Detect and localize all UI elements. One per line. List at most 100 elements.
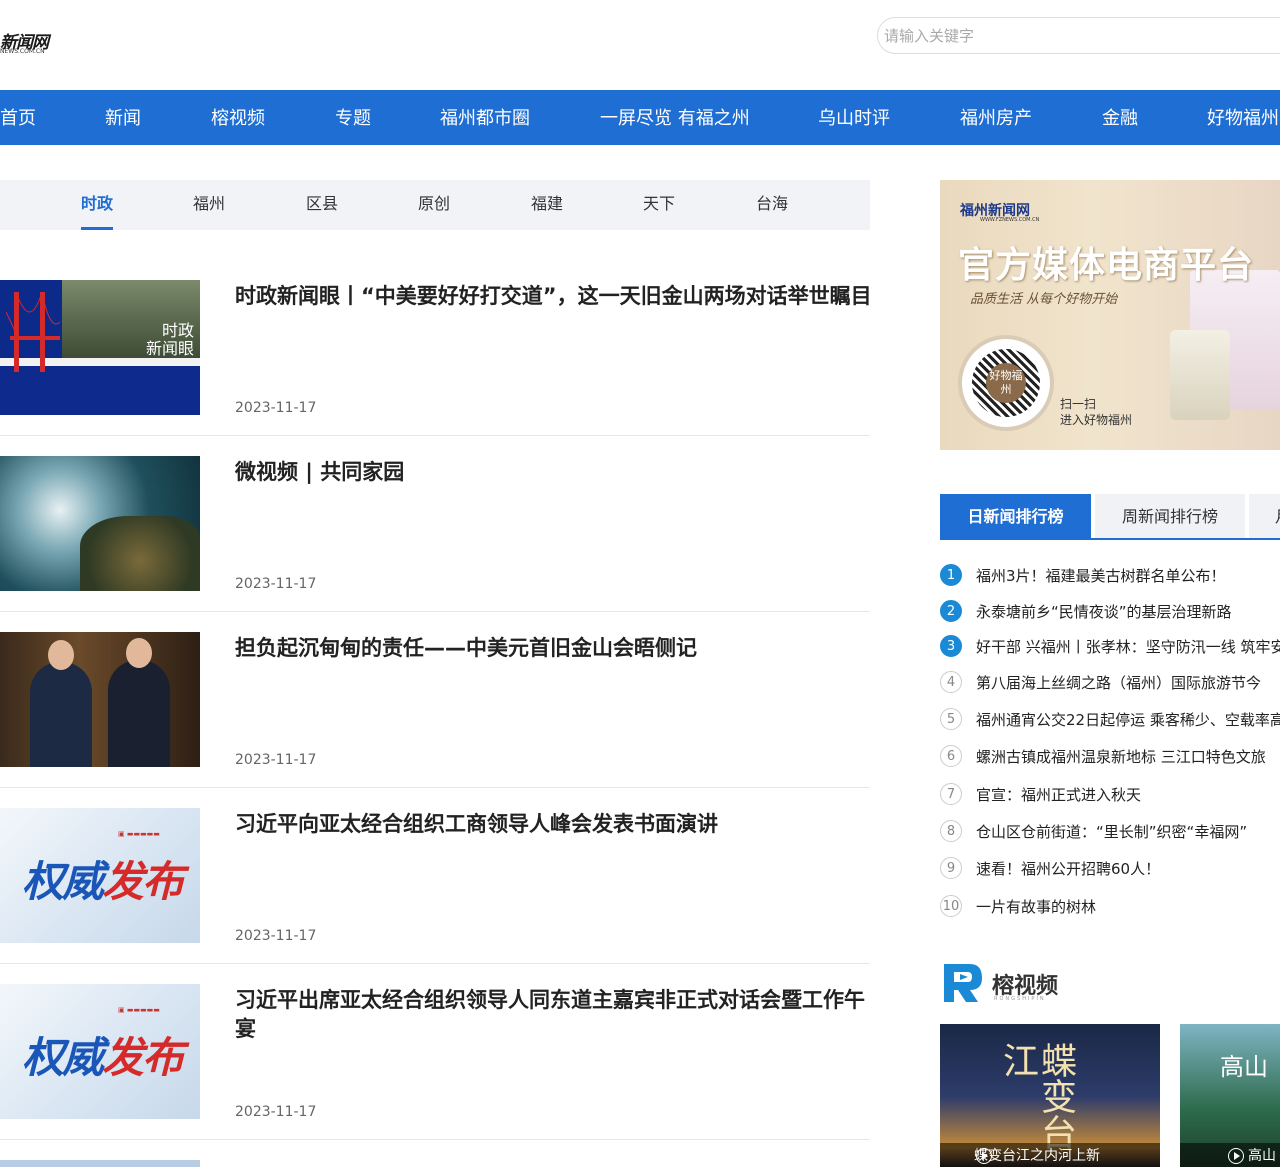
category-tabs: 时政 福州 区县 原创 福建 天下 台海 bbox=[0, 180, 870, 230]
list-item[interactable]: 10 一片有故事的树林 bbox=[940, 893, 1280, 923]
rank-title[interactable]: 仓山区仓前街道：“里长制”织密“幸福网” bbox=[976, 820, 1247, 844]
news-date: 2023-11-17 bbox=[235, 928, 317, 944]
rank-title[interactable]: 第八届海上丝绸之路（福州）国际旅游节今 bbox=[976, 671, 1261, 695]
news-item[interactable]: 微视频 | 共同家园 2023-11-17 bbox=[0, 456, 870, 612]
ad-banner[interactable]: 福州新闻网 WWW.FZNEWS.COM.CN 官方媒体电商平台 品质生活 从每… bbox=[940, 180, 1280, 450]
news-title[interactable]: 担负起沉甸甸的责任——中美元首旧金山会晤侧记 bbox=[235, 634, 875, 663]
news-thumbnail[interactable]: 时政 新闻眼 bbox=[0, 280, 200, 415]
thumb-figure-head bbox=[126, 638, 152, 668]
rank-number: 2 bbox=[940, 600, 962, 622]
thumb-tiny-text: ▣ ▬▬▬▬▬ bbox=[118, 1006, 160, 1014]
nav-item-goods[interactable]: 好物福州 bbox=[1207, 90, 1279, 145]
ranking-tabs: 日新闻排行榜 周新闻排行榜 月 bbox=[940, 494, 1280, 540]
play-icon[interactable] bbox=[976, 1148, 992, 1164]
rank-title[interactable]: 福州通宵公交22日起停运 乘客稀少、空载率高 bbox=[976, 708, 1280, 732]
list-item[interactable]: 1 福州3片！福建最美古树群名单公布！ bbox=[940, 562, 1280, 592]
thumb-rock bbox=[80, 516, 200, 591]
list-item[interactable]: 8 仓山区仓前街道：“里长制”织密“幸福网” bbox=[940, 818, 1280, 848]
play-icon[interactable] bbox=[1228, 1148, 1244, 1164]
news-title[interactable]: 习近平向亚太经合组织工商领导人峰会发表书面演讲 bbox=[235, 810, 875, 839]
tab-politics[interactable]: 时政 bbox=[81, 180, 114, 230]
thumb-tiny-text: ▣ ▬▬▬▬▬ bbox=[118, 830, 160, 838]
rank-number: 9 bbox=[940, 857, 962, 879]
search-input[interactable] bbox=[877, 17, 1280, 54]
tab-original[interactable]: 原创 bbox=[418, 180, 450, 230]
nav-item-commentary[interactable]: 乌山时评 bbox=[818, 90, 890, 145]
news-thumbnail[interactable]: ▣ ▬▬▬▬▬ 权威发布 bbox=[0, 984, 200, 1119]
rank-title[interactable]: 一片有故事的树林 bbox=[976, 895, 1096, 919]
video-card-caption[interactable]: 蝶变台江之内河上新 bbox=[940, 1143, 1160, 1167]
qr-center-label: 好物福州 bbox=[986, 363, 1026, 403]
ad-product-jar bbox=[1170, 330, 1230, 420]
thumb-label: 时政 新闻眼 bbox=[145, 321, 194, 358]
tab-fuzhou[interactable]: 福州 bbox=[193, 180, 225, 230]
rank-number: 4 bbox=[940, 671, 962, 693]
news-item[interactable]: ▣ ▬▬▬▬▬ 权威发布 习近平出席亚太经合组织领导人同东道主嘉宾非正式对话会暨… bbox=[0, 984, 870, 1140]
bridge-icon bbox=[6, 292, 60, 372]
rank-number: 7 bbox=[940, 783, 962, 805]
tab-monthly-ranking[interactable]: 月 bbox=[1249, 494, 1280, 538]
news-date: 2023-11-17 bbox=[235, 1104, 317, 1120]
rank-title[interactable]: 螺洲古镇成福州温泉新地标 三江口特色文旅 bbox=[976, 745, 1266, 769]
list-item[interactable]: 7 官宣：福州正式进入秋天 bbox=[940, 781, 1280, 811]
nav-item-video[interactable]: 榕视频 bbox=[211, 90, 265, 145]
rank-title[interactable]: 速看！福州公开招聘60人！ bbox=[976, 857, 1160, 881]
rank-title[interactable]: 官宣：福州正式进入秋天 bbox=[976, 783, 1141, 807]
news-thumbnail[interactable] bbox=[0, 632, 200, 767]
list-item[interactable]: 6 螺洲古镇成福州温泉新地标 三江口特色文旅 bbox=[940, 743, 1280, 773]
news-title[interactable]: 微视频 | 共同家园 bbox=[235, 458, 875, 487]
rank-number: 1 bbox=[940, 564, 962, 586]
thumb-headline: 权威发布 bbox=[22, 1033, 184, 1082]
rank-title[interactable]: 福州3片！福建最美古树群名单公布！ bbox=[976, 564, 1226, 588]
ad-logo-sub: WWW.FZNEWS.COM.CN bbox=[980, 217, 1040, 223]
tab-counties[interactable]: 区县 bbox=[306, 180, 338, 230]
nav-item-metro[interactable]: 福州都市圈 bbox=[440, 90, 530, 145]
news-thumbnail[interactable] bbox=[0, 1160, 200, 1167]
list-item[interactable]: 2 永泰塘前乡“民情夜谈”的基层治理新路 bbox=[940, 598, 1280, 628]
thumb-figure-head bbox=[48, 640, 74, 670]
nav-item-news[interactable]: 新闻 bbox=[105, 90, 141, 145]
nav-item-realestate[interactable]: 福州房产 bbox=[960, 90, 1032, 145]
news-thumbnail[interactable] bbox=[0, 456, 200, 591]
news-item[interactable]: 担负起沉甸甸的责任——中美元首旧金山会晤侧记 2023-11-17 bbox=[0, 632, 870, 788]
rank-number: 8 bbox=[940, 820, 962, 842]
list-item[interactable]: 4 第八届海上丝绸之路（福州）国际旅游节今 bbox=[940, 669, 1280, 699]
nav-item-finance[interactable]: 金融 bbox=[1102, 90, 1138, 145]
nav-item-topics[interactable]: 专题 bbox=[335, 90, 371, 145]
rank-title[interactable]: 好干部 兴福州丨张孝林：坚守防汛一线 筑牢安全防线 bbox=[976, 635, 1280, 659]
news-item[interactable]: 时政 新闻眼 时政新闻眼丨“中美要好好打交道”，这一天旧金山两场对话举世瞩目 20… bbox=[0, 280, 872, 436]
nav-item-home[interactable]: 首页 bbox=[0, 90, 36, 145]
news-title[interactable]: 习近平出席亚太经合组织领导人同东道主嘉宾非正式对话会暨工作午宴 bbox=[235, 986, 875, 1044]
rank-number: 5 bbox=[940, 708, 962, 730]
ad-title: 官方媒体电商平台 bbox=[958, 244, 1255, 286]
tab-world[interactable]: 天下 bbox=[643, 180, 675, 230]
rank-number: 6 bbox=[940, 745, 962, 767]
news-title[interactable]: 时政新闻眼丨“中美要好好打交道”，这一天旧金山两场对话举世瞩目 bbox=[235, 282, 875, 311]
news-item[interactable]: ▣ ▬▬▬▬▬ 权威发布 习近平向亚太经合组织工商领导人峰会发表书面演讲 202… bbox=[0, 808, 870, 964]
video-card[interactable]: 蝶变台江 蝶变台江之内河上新 bbox=[940, 1024, 1160, 1167]
thumb-figure bbox=[108, 660, 170, 767]
list-item[interactable]: 5 福州通宵公交22日起停运 乘客稀少、空载率高 bbox=[940, 706, 1280, 736]
ad-slogan: 品质生活 从每个好物开始 bbox=[970, 292, 1118, 307]
rank-number: 10 bbox=[940, 895, 962, 917]
main-nav: 首页 新闻 榕视频 专题 福州都市圈 一屏尽览 有福之州 乌山时评 福州房产 金… bbox=[0, 90, 1280, 145]
qr-code-icon[interactable]: 好物福州 bbox=[958, 335, 1054, 431]
tab-weekly-ranking[interactable]: 周新闻排行榜 bbox=[1095, 494, 1245, 538]
video-section-sub: RONGSHIPIN bbox=[994, 996, 1046, 1002]
news-date: 2023-11-17 bbox=[235, 400, 317, 416]
nav-item-overview[interactable]: 一屏尽览 有福之州 bbox=[600, 90, 750, 145]
tab-fujian[interactable]: 福建 bbox=[531, 180, 563, 230]
news-date: 2023-11-17 bbox=[235, 752, 317, 768]
list-item[interactable]: 3 好干部 兴福州丨张孝林：坚守防汛一线 筑牢安全防线 bbox=[940, 633, 1280, 663]
rank-number: 3 bbox=[940, 635, 962, 657]
news-item[interactable] bbox=[0, 1160, 870, 1167]
thumb-sea bbox=[0, 366, 200, 415]
news-thumbnail[interactable]: ▣ ▬▬▬▬▬ 权威发布 bbox=[0, 808, 200, 943]
list-item[interactable]: 9 速看！福州公开招聘60人！ bbox=[940, 855, 1280, 885]
site-logo-sub: NEWS.COM.CN bbox=[0, 48, 45, 55]
tab-daily-ranking[interactable]: 日新闻排行榜 bbox=[940, 494, 1091, 538]
video-logo-icon bbox=[944, 964, 982, 1002]
tab-taiwan-strait[interactable]: 台海 bbox=[756, 180, 788, 230]
video-card[interactable]: 高山 高山 bbox=[1180, 1024, 1280, 1167]
rank-title[interactable]: 永泰塘前乡“民情夜谈”的基层治理新路 bbox=[976, 600, 1232, 624]
